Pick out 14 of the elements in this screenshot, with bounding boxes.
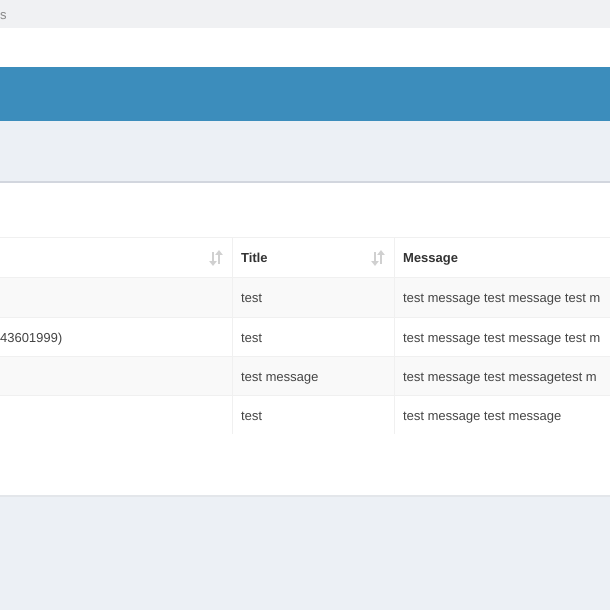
table-cell: 43601999) [0, 330, 62, 344]
table-cell: test message test message test m [403, 330, 600, 344]
table-cell: test message test messagetest m [403, 368, 597, 384]
table-cell: test [241, 408, 262, 422]
column-header[interactable]: Title [241, 250, 268, 265]
breadcrumb-text: s [0, 6, 6, 22]
table-cell: test [241, 290, 262, 305]
sort-icon[interactable] [371, 250, 385, 266]
table-cell: test message test message test m [403, 290, 600, 305]
table-cell: test [241, 330, 262, 344]
table-cell: test message test message [403, 408, 562, 422]
table-cell: test message [241, 368, 318, 384]
column-header[interactable]: Message [403, 250, 458, 265]
sort-icon[interactable] [209, 250, 223, 266]
